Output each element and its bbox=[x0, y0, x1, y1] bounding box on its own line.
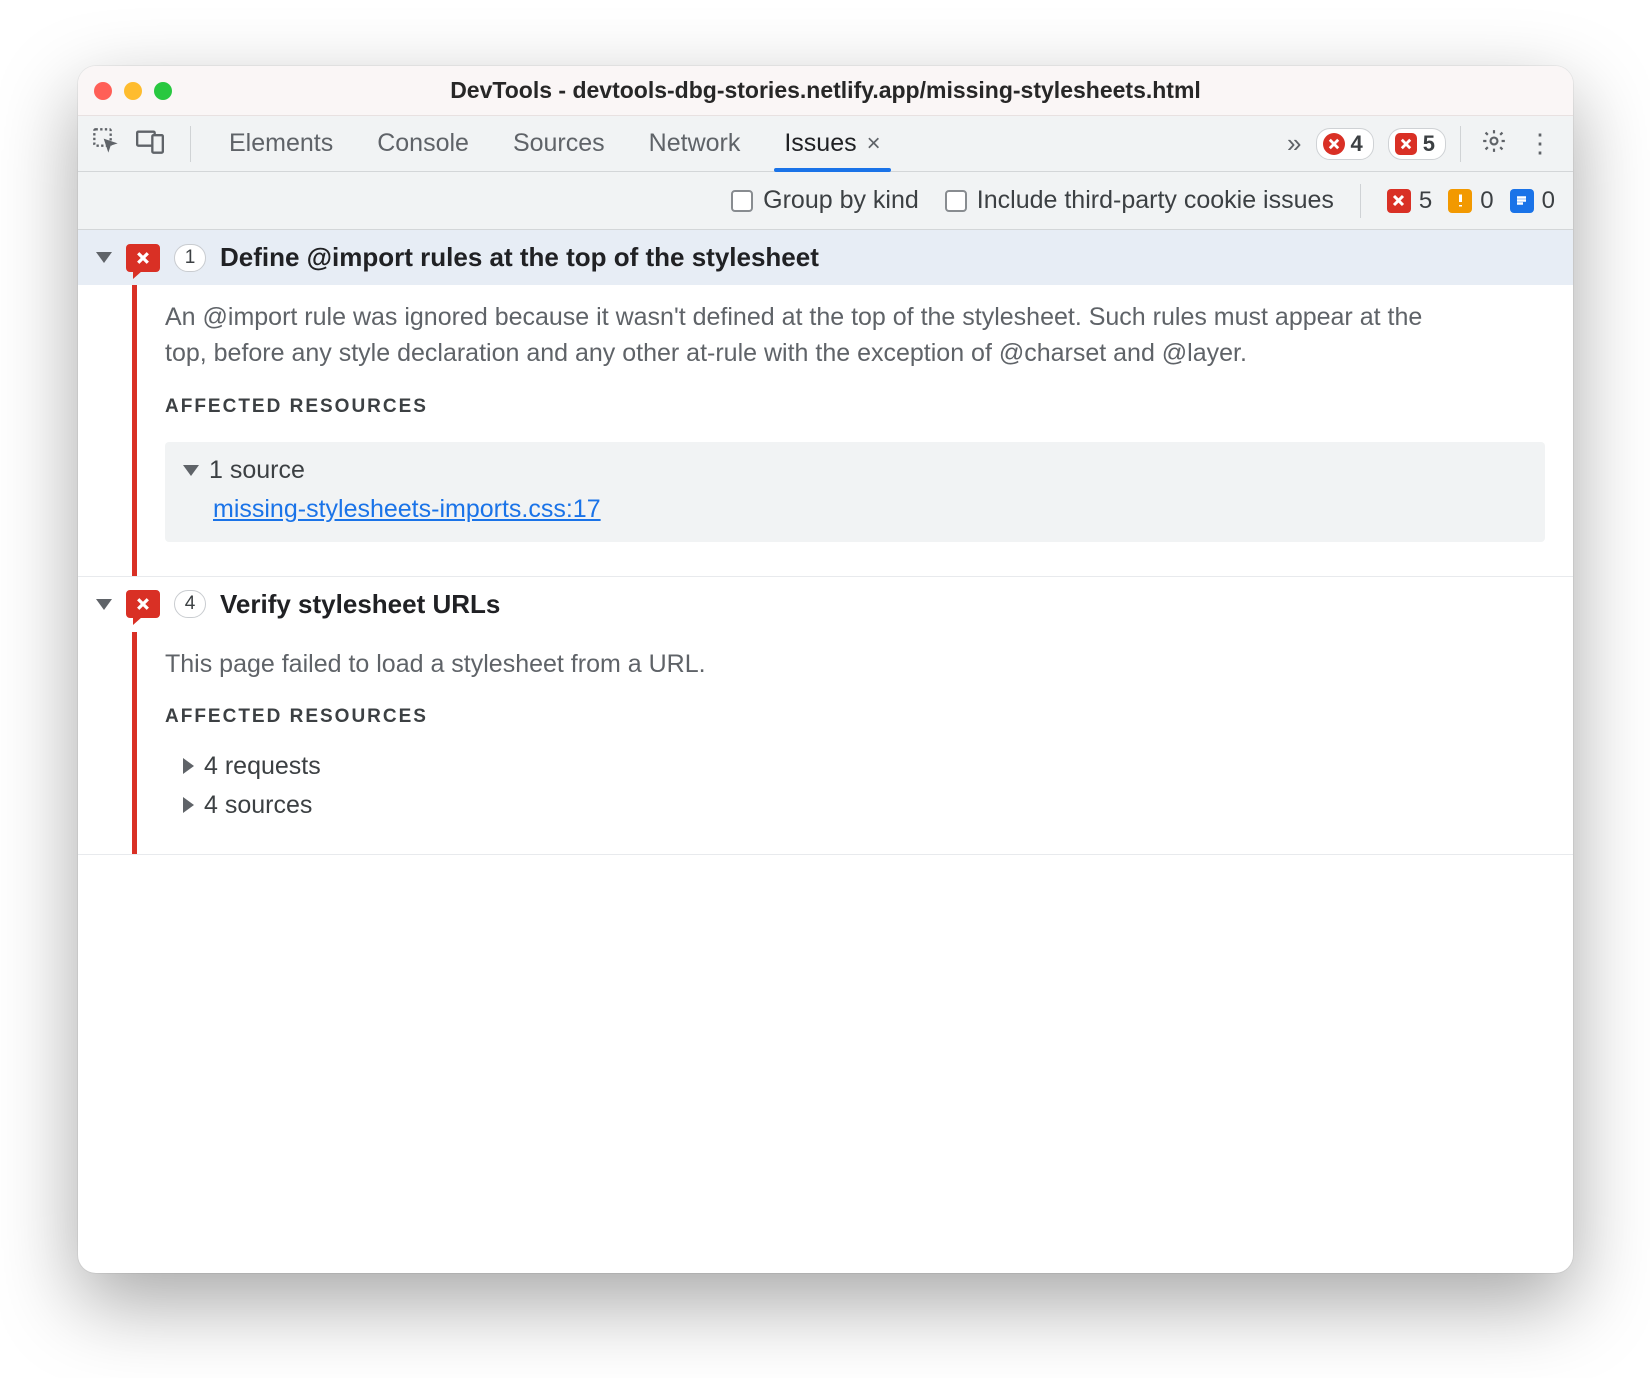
error-count-value: 4 bbox=[1351, 131, 1363, 157]
issues-filterbar: Group by kind Include third-party cookie… bbox=[78, 172, 1573, 230]
error-count-pill[interactable]: 4 bbox=[1316, 128, 1374, 160]
disclosure-triangle-icon bbox=[96, 252, 112, 263]
resource-summary: 1 source bbox=[209, 456, 305, 485]
issue-count-badge: 1 bbox=[174, 244, 206, 272]
inspect-element-icon[interactable] bbox=[92, 127, 120, 160]
affected-resources-list: 4 requests 4 sources bbox=[165, 752, 1545, 820]
tab-console[interactable]: Console bbox=[355, 116, 491, 172]
affected-resources-label: AFFECTED RESOURCES bbox=[165, 706, 1545, 728]
issue-body: An @import rule was ignored because it w… bbox=[132, 285, 1573, 576]
issue-counts: 5 0 0 bbox=[1387, 187, 1555, 215]
resource-link[interactable]: missing-stylesheets-imports.css:17 bbox=[213, 495, 601, 523]
filter-errors[interactable]: 5 bbox=[1387, 187, 1432, 215]
group-by-kind-checkbox[interactable]: Group by kind bbox=[731, 186, 919, 215]
issue-description: This page failed to load a stylesheet fr… bbox=[165, 646, 1425, 682]
tab-issues[interactable]: Issues × bbox=[762, 116, 902, 172]
issue-item: 4 Verify stylesheet URLs This page faile… bbox=[78, 577, 1573, 855]
issue-error-icon bbox=[1395, 133, 1417, 155]
disclosure-triangle-icon bbox=[183, 797, 194, 813]
disclosure-triangle-icon bbox=[183, 465, 199, 476]
warning-icon bbox=[1448, 189, 1472, 213]
issues-list: 1 Define @import rules at the top of the… bbox=[78, 230, 1573, 1273]
resource-summary-row[interactable]: 4 sources bbox=[165, 791, 1545, 820]
resource-summary: 4 requests bbox=[204, 752, 321, 781]
issue-title: Verify stylesheet URLs bbox=[220, 589, 500, 620]
issue-error-speech-icon bbox=[126, 244, 160, 272]
titlebar: DevTools - devtools-dbg-stories.netlify.… bbox=[78, 66, 1573, 116]
minimize-window-button[interactable] bbox=[124, 82, 142, 100]
include-third-party-label: Include third-party cookie issues bbox=[977, 186, 1334, 215]
error-icon bbox=[1323, 133, 1345, 155]
resource-summary-row[interactable]: 4 requests bbox=[165, 752, 1545, 781]
devtools-tabbar: Elements Console Sources Network Issues … bbox=[78, 116, 1573, 172]
traffic-lights bbox=[94, 82, 172, 100]
issue-description: An @import rule was ignored because it w… bbox=[165, 299, 1425, 372]
issue-count-badge: 4 bbox=[174, 590, 206, 618]
resource-summary: 4 sources bbox=[204, 791, 312, 820]
info-count: 0 bbox=[1542, 187, 1555, 215]
more-options-icon[interactable]: ⋮ bbox=[1521, 128, 1559, 159]
tab-network[interactable]: Network bbox=[627, 116, 763, 172]
issue-error-speech-icon bbox=[126, 590, 160, 618]
window-title: DevTools - devtools-dbg-stories.netlify.… bbox=[78, 77, 1573, 104]
checkbox-icon bbox=[731, 190, 753, 212]
issue-error-count-pill[interactable]: 5 bbox=[1388, 128, 1446, 160]
errors-count: 5 bbox=[1419, 187, 1432, 215]
close-window-button[interactable] bbox=[94, 82, 112, 100]
error-icon bbox=[1387, 189, 1411, 213]
checkbox-icon bbox=[945, 190, 967, 212]
settings-icon[interactable] bbox=[1481, 128, 1507, 159]
issue-body: This page failed to load a stylesheet fr… bbox=[132, 632, 1573, 854]
filterbar-separator bbox=[1360, 184, 1361, 218]
tab-sources[interactable]: Sources bbox=[491, 116, 627, 172]
affected-resources-label: AFFECTED RESOURCES bbox=[165, 396, 1545, 418]
group-by-kind-label: Group by kind bbox=[763, 186, 919, 215]
maximize-window-button[interactable] bbox=[154, 82, 172, 100]
devtools-window: DevTools - devtools-dbg-stories.netlify.… bbox=[78, 66, 1573, 1273]
disclosure-triangle-icon bbox=[96, 599, 112, 610]
tab-issues-label: Issues bbox=[784, 129, 856, 158]
issue-title: Define @import rules at the top of the s… bbox=[220, 242, 819, 273]
more-tabs-icon[interactable]: » bbox=[1287, 128, 1301, 159]
toolbar-separator bbox=[190, 126, 191, 162]
resource-summary-row[interactable]: 1 source bbox=[183, 456, 1527, 485]
filter-info[interactable]: 0 bbox=[1510, 187, 1555, 215]
info-icon bbox=[1510, 189, 1534, 213]
disclosure-triangle-icon bbox=[183, 758, 194, 774]
toolbar-separator bbox=[1460, 126, 1461, 162]
device-toolbar-icon[interactable] bbox=[136, 127, 164, 160]
filter-warnings[interactable]: 0 bbox=[1448, 187, 1493, 215]
warnings-count: 0 bbox=[1480, 187, 1493, 215]
issue-item: 1 Define @import rules at the top of the… bbox=[78, 230, 1573, 577]
issue-header[interactable]: 4 Verify stylesheet URLs bbox=[78, 577, 1573, 632]
close-tab-icon[interactable]: × bbox=[867, 130, 881, 158]
tab-elements[interactable]: Elements bbox=[207, 116, 355, 172]
affected-resources-box: 1 source missing-stylesheets-imports.css… bbox=[165, 442, 1545, 542]
resource-link-row: missing-stylesheets-imports.css:17 bbox=[213, 495, 1527, 524]
issue-error-count-value: 5 bbox=[1423, 131, 1435, 157]
issue-header[interactable]: 1 Define @import rules at the top of the… bbox=[78, 230, 1573, 285]
include-third-party-checkbox[interactable]: Include third-party cookie issues bbox=[945, 186, 1334, 215]
